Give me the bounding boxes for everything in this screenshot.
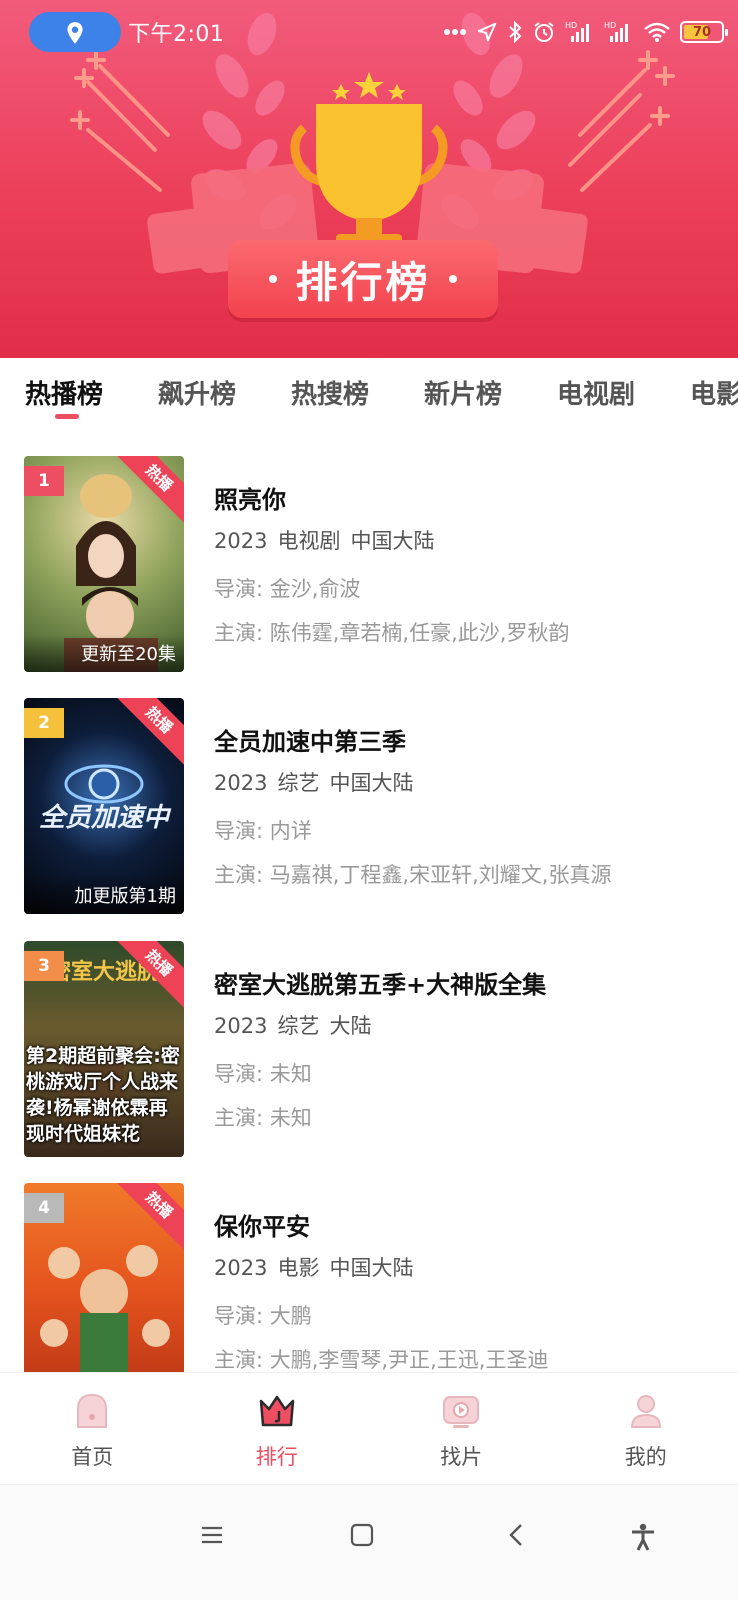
poster-caption: 第2期超前聚会:密桃游戏厅个人战来袭!杨幂谢依霖再现时代姐妹花 — [26, 1045, 180, 1145]
poster-caption: 加更版第1期 — [24, 876, 184, 914]
signal-hd-icon: HD — [565, 20, 595, 44]
rank-badge: 1 — [24, 466, 64, 496]
rank-badge: 2 — [24, 708, 64, 738]
item-year: 2023 — [214, 1014, 268, 1038]
signal-hd-icon: HD — [604, 20, 634, 44]
item-title[interactable]: 全员加速中第三季 — [214, 722, 724, 757]
banner-title-box: 排行榜 — [228, 240, 498, 318]
rank-badge: 4 — [24, 1193, 64, 1223]
tab-movie[interactable]: 电影 — [690, 374, 738, 411]
item-title[interactable]: 密室大逃脱第五季+大神版全集 — [214, 965, 724, 1000]
poster-image[interactable]: 全员加速中 2 热播 加更版第1期 — [24, 698, 184, 914]
play-screen-icon — [443, 1396, 480, 1428]
home-icon — [77, 1393, 108, 1428]
item-info: 全员加速中第三季 2023 综艺 中国大陆 导演: 内详 主演: 马嘉祺,丁程鑫,宋… — [214, 722, 724, 889]
item-year: 2023 — [214, 1256, 268, 1280]
item-director: 导演: 内详 — [214, 819, 312, 843]
item-region: 中国大陆 — [350, 529, 435, 553]
battery-percent: 70 — [692, 24, 712, 40]
location-pill[interactable] — [29, 12, 121, 52]
item-genre: 综艺 — [277, 771, 320, 795]
title-dot-left — [269, 275, 278, 283]
item-region: 中国大陆 — [329, 771, 414, 795]
menu-icon[interactable] — [200, 1523, 224, 1547]
tab-soaring[interactable]: 飙升榜 — [158, 374, 236, 411]
item-meta: 2023 电视剧 中国大陆 — [214, 525, 724, 555]
bluetooth-icon — [507, 20, 523, 44]
status-time: 下午2:01 — [128, 22, 225, 47]
item-director: 导演: 未知 — [214, 1062, 312, 1086]
nav-profile[interactable]: 我的 — [554, 1373, 738, 1484]
status-icons: HD HD 70 — [443, 14, 728, 50]
list-item[interactable]: 密室大逃脱 3 热播 第2期超前聚会:密桃游戏厅个人战来袭!杨幂谢依霖再现时代姐… — [0, 935, 738, 1157]
navigation-icon — [476, 21, 498, 43]
item-info: 照亮你 2023 电视剧 中国大陆 导演: 金沙,俞波 主演: 陈伟霆,章若楠,任豪… — [214, 480, 724, 647]
item-cast: 主演: 未知 — [214, 1106, 312, 1130]
list-item[interactable]: 1 热播 更新至20集 照亮你 2023 电视剧 中国大陆 导演: 金沙,俞波 主演… — [0, 450, 738, 672]
tab-hot-play[interactable]: 热播榜 — [25, 374, 103, 411]
more-dots-icon — [443, 28, 467, 36]
crown-icon — [259, 1395, 294, 1427]
system-navigation-bar — [0, 1484, 738, 1600]
item-meta: 2023 综艺 大陆 — [214, 1010, 724, 1040]
ranking-list: 1 热播 更新至20集 照亮你 2023 电视剧 中国大陆 导演: 金沙,俞波 主演… — [0, 450, 738, 1372]
poster-image[interactable]: 密室大逃脱 3 热播 第2期超前聚会:密桃游戏厅个人战来袭!杨幂谢依霖再现时代姐… — [24, 941, 184, 1157]
item-meta: 2023 综艺 中国大陆 — [214, 767, 724, 797]
nav-ranking-label: 排行 — [255, 1445, 298, 1469]
tab-hot-search[interactable]: 热搜榜 — [291, 374, 369, 411]
poster-image[interactable]: 4 热播 — [24, 1183, 184, 1372]
banner-title: 排行榜 — [295, 257, 431, 307]
tab-new-release[interactable]: 新片榜 — [424, 374, 502, 411]
nav-find-movies-label: 找片 — [440, 1445, 483, 1469]
item-cast: 主演: 陈伟霆,章若楠,任豪,此沙,罗秋韵 — [214, 621, 570, 645]
item-region: 大陆 — [329, 1014, 372, 1038]
location-icon — [67, 22, 83, 44]
item-title[interactable]: 照亮你 — [214, 480, 724, 515]
nav-home-label: 首页 — [71, 1445, 114, 1469]
nav-profile-label: 我的 — [624, 1445, 667, 1469]
active-tab-indicator — [55, 414, 79, 419]
item-genre: 电视剧 — [277, 529, 341, 553]
ranking-header-banner: 下午2:01 HD HD 70 排行榜 — [0, 0, 738, 358]
wifi-icon — [643, 21, 671, 43]
item-cast: 主演: 马嘉祺,丁程鑫,宋亚轩,刘耀文,张真源 — [214, 863, 612, 887]
profile-icon — [630, 1395, 661, 1428]
list-item[interactable]: 全员加速中 2 热播 加更版第1期 全员加速中第三季 2023 综艺 中国大陆 导演… — [0, 692, 738, 914]
item-year: 2023 — [214, 529, 268, 553]
battery-icon: 70 — [680, 21, 728, 43]
rank-badge: 3 — [24, 951, 64, 981]
item-info: 保你平安 2023 电影 中国大陆 导演: 大鹏 主演: 大鹏,李雪琴,尹正,王迅,… — [214, 1207, 724, 1372]
item-cast: 主演: 大鹏,李雪琴,尹正,王迅,王圣迪 — [214, 1348, 549, 1372]
accessibility-icon[interactable] — [630, 1523, 656, 1551]
nav-find-movies[interactable]: 找片 — [369, 1373, 554, 1484]
svg-text:HD: HD — [565, 21, 577, 30]
alarm-icon — [532, 20, 556, 44]
item-title[interactable]: 保你平安 — [214, 1207, 724, 1242]
list-item[interactable]: 4 热播 保你平安 2023 电影 中国大陆 导演: 大鹏 主演: 大鹏,李雪琴,尹… — [0, 1177, 738, 1372]
poster-image[interactable]: 1 热播 更新至20集 — [24, 456, 184, 672]
back-icon[interactable] — [505, 1523, 529, 1547]
poster-logo-text: 全员加速中 — [39, 803, 172, 833]
poster-caption: 更新至20集 — [24, 634, 184, 672]
nav-ranking[interactable]: 排行 — [185, 1373, 370, 1484]
item-director: 导演: 大鹏 — [214, 1304, 312, 1328]
item-region: 中国大陆 — [329, 1256, 414, 1280]
item-info: 密室大逃脱第五季+大神版全集 2023 综艺 大陆 导演: 未知 主演: 未知 — [214, 965, 724, 1132]
item-year: 2023 — [214, 771, 268, 795]
item-director: 导演: 金沙,俞波 — [214, 577, 361, 601]
status-bar: 下午2:01 HD HD 70 — [0, 0, 738, 66]
bottom-nav: 首页 排行 找片 我的 — [0, 1372, 738, 1484]
item-meta: 2023 电影 中国大陆 — [214, 1252, 724, 1282]
title-dot-right — [448, 275, 457, 283]
item-genre: 综艺 — [277, 1014, 320, 1038]
home-square-icon[interactable] — [350, 1523, 374, 1547]
tab-tv-series[interactable]: 电视剧 — [557, 374, 635, 411]
svg-text:HD: HD — [604, 21, 616, 30]
ranking-tabs: 热播榜 飙升榜 热搜榜 新片榜 电视剧 电影 — [0, 358, 738, 434]
item-genre: 电影 — [277, 1256, 320, 1280]
nav-home[interactable]: 首页 — [0, 1373, 185, 1484]
